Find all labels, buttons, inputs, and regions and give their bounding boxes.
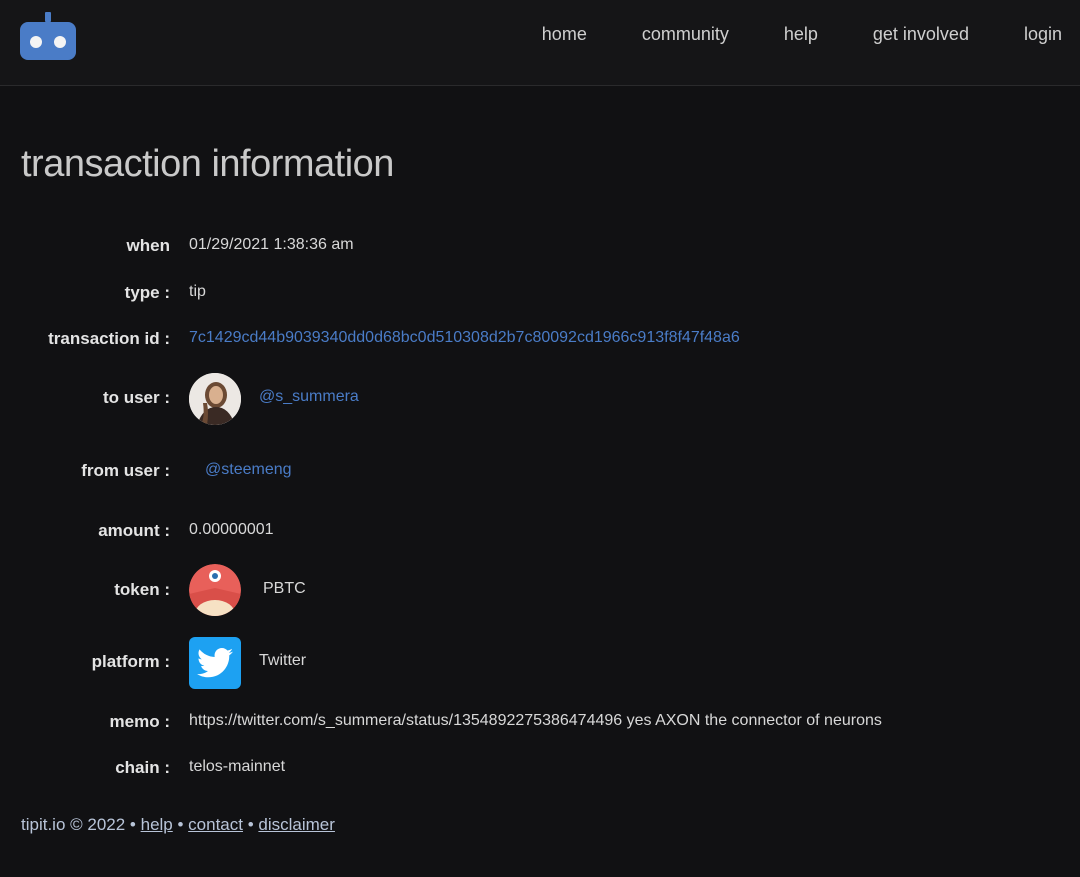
footer-copyright: tipit.io © 2022 • — [21, 815, 136, 834]
chain-value: telos-mainnet — [189, 758, 286, 775]
to-user-link[interactable]: @s_summera — [259, 388, 359, 406]
user-avatar[interactable] — [189, 373, 241, 425]
nav-get-involved[interactable]: get involved — [873, 22, 969, 46]
pbtc-token-icon — [189, 564, 241, 616]
chain-label: chain : — [115, 758, 170, 777]
footer-separator: • — [247, 815, 254, 834]
nav-home[interactable]: home — [542, 22, 587, 46]
avatar-image — [189, 373, 241, 425]
amount-label: amount : — [98, 521, 170, 540]
type-value: tip — [189, 283, 206, 300]
platform-value: Twitter — [259, 652, 307, 669]
field-type: type : tip — [0, 283, 1080, 313]
from-user-link[interactable]: @steemeng — [205, 461, 292, 479]
memo-label: memo : — [109, 712, 170, 731]
field-amount: amount : 0.00000001 — [0, 521, 1080, 551]
field-token: token : — [0, 580, 1080, 610]
footer-contact-link[interactable]: contact — [188, 815, 243, 834]
transaction-id-link[interactable]: 7c1429cd44b9039340dd0d68bc0d510308d2b7c8… — [189, 329, 740, 347]
field-memo: memo : https://twitter.com/s_summera/sta… — [0, 712, 1080, 742]
page-title: transaction information — [21, 143, 394, 185]
to-user-label: to user : — [102, 388, 170, 407]
footer-help-link[interactable]: help — [141, 815, 173, 834]
nav-login[interactable]: login — [1024, 22, 1062, 46]
type-label: type : — [124, 283, 170, 302]
platform-label: platform : — [91, 652, 170, 671]
field-when: when 01/29/2021 1:38:36 am — [0, 236, 1080, 266]
footer: tipit.io © 2022 • help • contact • discl… — [21, 815, 335, 835]
robot-logo-icon[interactable] — [20, 12, 76, 60]
main-nav: home community help get involved login — [542, 22, 1062, 46]
field-transaction-id: transaction id : 7c1429cd44b9039340dd0d6… — [0, 329, 1080, 359]
field-to-user: to user : — [0, 388, 1080, 418]
when-value: 01/29/2021 1:38:36 am — [189, 236, 354, 253]
token-value: PBTC — [263, 580, 306, 597]
top-navigation-bar: home community help get involved login — [0, 0, 1080, 86]
field-chain: chain : telos-mainnet — [0, 758, 1080, 788]
from-user-label: from user : — [81, 461, 170, 480]
when-label: when — [126, 236, 170, 255]
field-from-user: from user : @steemeng — [0, 461, 1080, 491]
memo-value: https://twitter.com/s_summera/status/135… — [189, 712, 882, 729]
field-platform: platform : — [0, 652, 1080, 682]
nav-help[interactable]: help — [784, 22, 818, 46]
footer-disclaimer-link[interactable]: disclaimer — [258, 815, 335, 834]
footer-separator: • — [177, 815, 184, 834]
nav-community[interactable]: community — [642, 22, 729, 46]
token-label: token : — [114, 580, 170, 599]
amount-value: 0.00000001 — [189, 521, 274, 538]
twitter-icon — [189, 637, 241, 689]
transaction-id-label: transaction id : — [48, 329, 170, 348]
